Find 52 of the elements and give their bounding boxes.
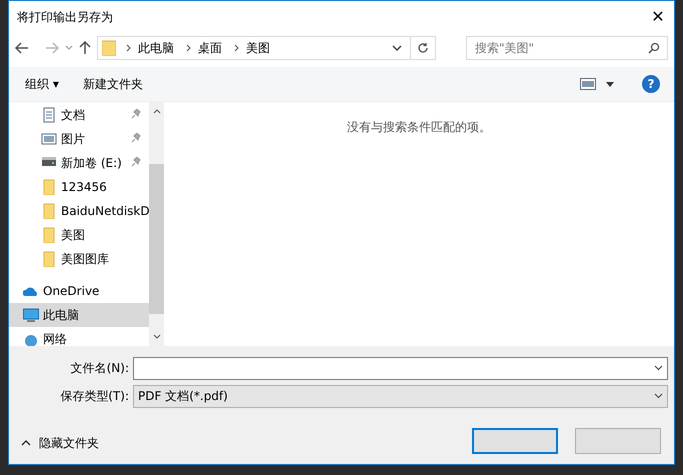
organize-menu[interactable]: 组织 ▾ [19,73,65,95]
dialog-button[interactable] [472,428,558,454]
nav-item[interactable]: 123456 [9,175,149,199]
dropdown-icon[interactable] [392,44,402,52]
nav-item[interactable]: 此电脑 [9,303,149,327]
breadcrumb-item[interactable]: 桌面 [198,39,222,57]
view-icon[interactable] [580,78,596,90]
folder-icon [41,203,57,219]
nav-item[interactable]: OneDrive [9,279,149,303]
folder-icon [41,227,57,243]
file-type-label: 保存类型(T): [59,388,130,405]
address-bar[interactable]: 此电脑 桌面 美图 [97,36,436,60]
pin-icon[interactable] [131,109,141,119]
window-title: 将打印输出另存为 [17,9,113,26]
folder-icon [41,179,57,195]
help-button[interactable]: ? [642,75,660,93]
nav-item[interactable]: 文档 [9,103,149,127]
up-icon[interactable] [79,41,91,55]
new-folder-button[interactable]: 新建文件夹 [76,73,149,95]
refresh-icon[interactable] [417,42,429,54]
nav-item[interactable]: 图片 [9,127,149,151]
search-icon [648,42,660,54]
hide-folders-link[interactable]: 隐藏文件夹 [39,434,99,452]
dropdown-icon[interactable] [606,82,614,86]
close-button[interactable]: ✕ [642,4,674,30]
monitor-icon [23,307,39,323]
scroll-down-icon[interactable] [152,334,160,340]
nav-item[interactable]: 网络 [9,327,149,346]
empty-message: 没有与搜索条件匹配的项。 [347,120,491,134]
nav-item[interactable]: 美图图库 [9,247,149,271]
filename-label: 文件名(N): [70,360,130,377]
nav-item[interactable]: BaiduNetdiskD [9,199,149,223]
scroll-up-icon[interactable] [152,108,160,114]
file-type-dropdown[interactable]: PDF 文档(*.pdf) [133,384,668,408]
dropdown-icon[interactable] [654,393,663,399]
breadcrumb-item[interactable]: 美图 [246,39,270,57]
collapse-icon[interactable] [21,440,31,446]
search-field[interactable]: 搜索"美图" [466,36,668,60]
document-icon [41,107,57,123]
filename-field[interactable] [133,356,668,380]
breadcrumb-item[interactable]: 此电脑 [138,39,174,57]
folder-icon [41,251,57,267]
pin-icon[interactable] [131,133,141,143]
scrollbar[interactable] [149,102,164,346]
image-icon [41,131,57,147]
file-type-value: PDF 文档(*.pdf) [138,388,228,405]
dropdown-icon[interactable] [654,365,663,371]
nav-item[interactable]: 新加卷 (E:) [9,151,149,175]
nav-item[interactable]: 美图 [9,223,149,247]
pin-icon[interactable] [131,157,141,167]
back-icon[interactable] [15,42,29,54]
folder-icon [102,40,116,56]
